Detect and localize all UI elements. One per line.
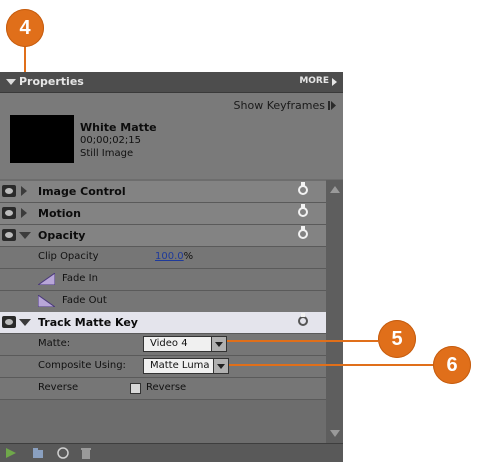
property-row-matte: Matte: Video 4 (0, 334, 326, 356)
eye-icon[interactable] (2, 316, 16, 328)
fade-in-icon (38, 273, 55, 285)
eye-icon[interactable] (2, 207, 16, 219)
collapse-triangle-icon[interactable] (19, 232, 31, 239)
effect-name: Motion (38, 207, 81, 220)
composite-using-label: Composite Using: (38, 360, 126, 371)
folder-icon[interactable] (32, 447, 44, 459)
callout-6-line (229, 364, 433, 366)
collapse-triangle-icon[interactable] (6, 79, 16, 85)
callout-6: 6 (433, 346, 471, 384)
clip-thumbnail (10, 115, 74, 163)
clip-name: White Matte (80, 121, 157, 134)
chevron-down-icon[interactable] (213, 359, 228, 373)
clip-type: Still Image (80, 148, 134, 159)
effect-row-track-matte-key[interactable]: Track Matte Key (0, 312, 326, 334)
reverse-label: Reverse (38, 382, 79, 393)
clip-opacity-value[interactable]: 100.0% (155, 251, 193, 262)
fade-out-icon (38, 295, 55, 307)
callout-5-line (227, 340, 378, 342)
reverse-checkbox[interactable] (130, 383, 141, 394)
expand-triangle-icon[interactable] (21, 208, 27, 218)
panel-title: Properties (19, 75, 84, 88)
clip-timecode: 00;00;02;15 (80, 135, 142, 146)
scroll-down-icon[interactable] (330, 430, 340, 437)
trash-icon[interactable] (80, 447, 92, 459)
hand-icon[interactable] (57, 447, 69, 459)
reset-icon[interactable] (298, 313, 308, 326)
vertical-scrollbar[interactable] (326, 180, 343, 443)
property-row-clip-opacity: Clip Opacity 100.0% (0, 247, 326, 269)
collapse-triangle-icon[interactable] (19, 319, 31, 326)
expand-triangle-icon[interactable] (21, 186, 27, 196)
effect-row-opacity[interactable]: Opacity (0, 225, 326, 247)
panel-footer (0, 443, 343, 462)
add-effect-icon[interactable] (5, 447, 17, 459)
fade-out-row[interactable]: Fade Out (0, 291, 326, 313)
eye-icon[interactable] (2, 185, 16, 197)
eye-icon[interactable] (2, 229, 16, 241)
reset-icon[interactable] (298, 204, 308, 217)
clip-opacity-label: Clip Opacity (38, 251, 99, 262)
chevron-down-icon[interactable] (211, 337, 226, 351)
composite-dropdown[interactable]: Matte Luma (143, 358, 229, 374)
panel-titlebar: Properties MORE (0, 72, 343, 93)
scroll-up-icon[interactable] (330, 186, 340, 193)
callout-5: 5 (378, 320, 416, 358)
property-row-reverse: Reverse Reverse (0, 378, 326, 400)
fade-out-button[interactable]: Fade Out (62, 295, 107, 306)
fade-in-button[interactable]: Fade In (62, 273, 98, 284)
matte-dropdown[interactable]: Video 4 (143, 336, 227, 352)
reset-icon[interactable] (298, 226, 308, 239)
matte-label: Matte: (38, 338, 71, 349)
show-keyframes-button[interactable]: Show Keyframes (234, 99, 325, 112)
callout-4: 4 (6, 9, 44, 47)
property-row-composite: Composite Using: Matte Luma (0, 356, 326, 378)
fade-in-row[interactable]: Fade In (0, 269, 326, 291)
reverse-checkbox-label[interactable]: Reverse (146, 382, 186, 393)
more-arrow-icon[interactable] (332, 78, 337, 86)
clip-opacity-unit: % (183, 251, 194, 262)
effect-row-image-control[interactable]: Image Control (0, 181, 326, 203)
effect-name: Track Matte Key (38, 316, 138, 329)
composite-dropdown-value: Matte Luma (150, 360, 210, 371)
effect-row-motion[interactable]: Motion (0, 203, 326, 225)
keyframes-toggle-icon[interactable] (328, 101, 336, 110)
effect-name: Image Control (38, 185, 126, 198)
reset-icon[interactable] (298, 182, 308, 195)
clip-info: Show Keyframes White Matte 00;00;02;15 S… (0, 93, 343, 179)
clip-opacity-number[interactable]: 100.0 (155, 251, 184, 262)
matte-dropdown-value: Video 4 (150, 338, 188, 349)
more-button[interactable]: MORE (299, 76, 329, 86)
effect-name: Opacity (38, 229, 86, 242)
